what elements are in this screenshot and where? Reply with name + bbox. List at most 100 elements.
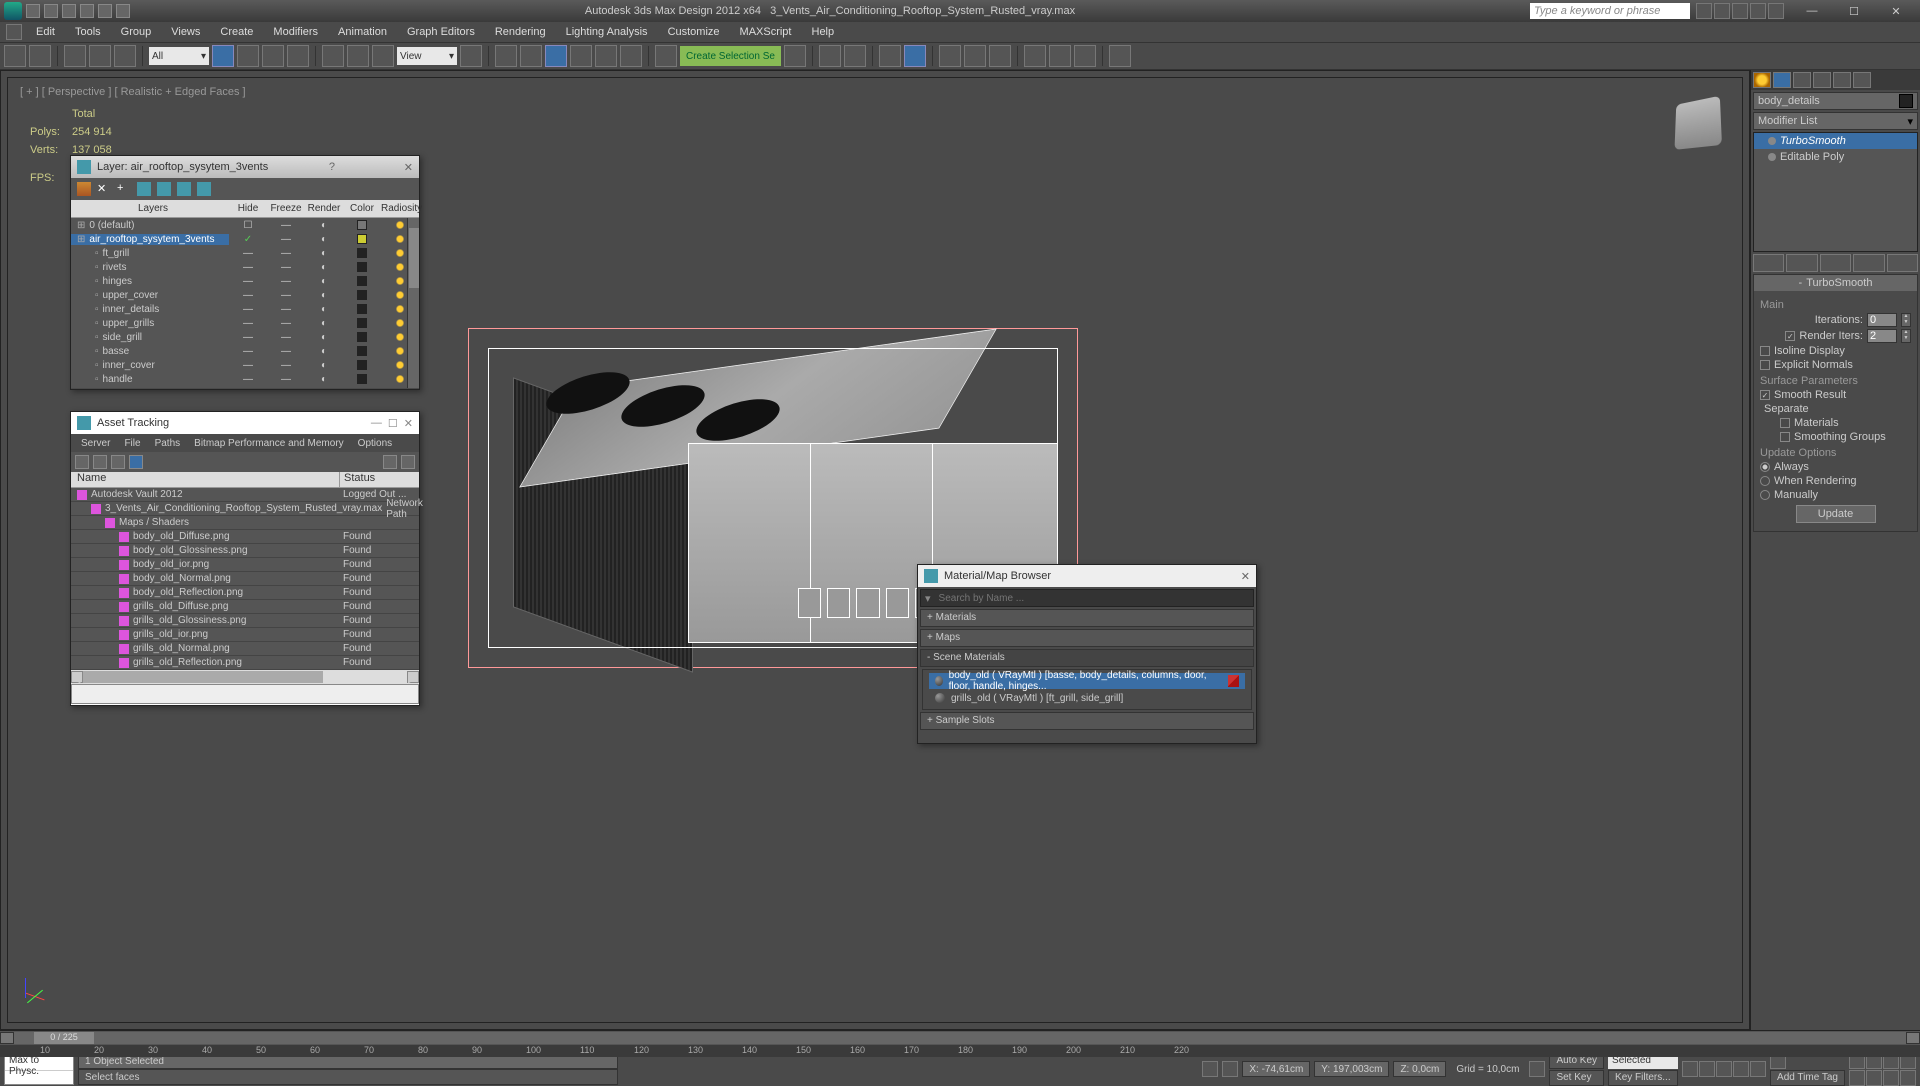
transform-type-in-icon[interactable] [1222, 1061, 1238, 1077]
mat-item-grills-old[interactable]: grills_old ( VRayMtl ) [ft_grill, side_g… [929, 690, 1245, 706]
asset-status-col[interactable]: Status [339, 472, 419, 487]
mat-cat-materials[interactable]: + Materials [920, 609, 1254, 627]
menu-create[interactable]: Create [212, 24, 261, 40]
asset-table-icon[interactable] [129, 455, 143, 469]
mirror-icon[interactable] [819, 45, 841, 67]
lock-selection-icon[interactable] [1202, 1061, 1218, 1077]
layers-col[interactable]: Layers [71, 203, 229, 214]
layer-row[interactable]: ▫columns——◐ [71, 386, 419, 388]
layer-freeze-icon[interactable] [197, 182, 211, 196]
asset-menu-bitmap[interactable]: Bitmap Performance and Memory [188, 436, 350, 451]
render-iters-spin-arrows[interactable]: ▲▼ [1901, 329, 1911, 343]
modifier-turbosmooth[interactable]: TurboSmooth [1754, 133, 1917, 149]
asset-menu-options[interactable]: Options [352, 436, 398, 451]
percent-snap-icon[interactable] [595, 45, 617, 67]
layer-help-icon[interactable]: ? [329, 161, 335, 173]
coord-y[interactable]: Y: 197,003cm [1314, 1061, 1389, 1077]
manipulate-icon[interactable] [495, 45, 517, 67]
sep-smoothing-check[interactable] [1780, 432, 1790, 442]
material-search-input[interactable] [935, 593, 1253, 604]
menu-lighting-analysis[interactable]: Lighting Analysis [558, 24, 656, 40]
render-setup-icon[interactable] [1024, 45, 1046, 67]
update-manually-radio[interactable] [1760, 490, 1770, 500]
ref-coord-combo[interactable]: View▾ [397, 47, 457, 65]
maximize-button[interactable]: ☐ [1834, 2, 1874, 20]
menu-graph-editors[interactable]: Graph Editors [399, 24, 483, 40]
qat-open-icon[interactable] [44, 4, 58, 18]
freeze-col[interactable]: Freeze [267, 203, 305, 214]
rotate-icon[interactable] [347, 45, 369, 67]
menu-modifiers[interactable]: Modifiers [265, 24, 326, 40]
layer-new-icon[interactable] [77, 182, 91, 196]
asset-min-icon[interactable]: — [371, 417, 382, 429]
add-time-tag[interactable]: Add Time Tag [1770, 1070, 1845, 1086]
selection-filter-combo[interactable]: All▾ [149, 47, 209, 65]
asset-row[interactable]: grills_old_Normal.pngFound [71, 642, 419, 656]
menu-rendering[interactable]: Rendering [487, 24, 554, 40]
mat-cat-maps[interactable]: + Maps [920, 629, 1254, 647]
mat-cat-sample-slots[interactable]: + Sample Slots [920, 712, 1254, 730]
asset-row[interactable]: body_old_Glossiness.pngFound [71, 544, 419, 558]
goto-end-icon[interactable] [1750, 1061, 1766, 1077]
isoline-check[interactable] [1760, 346, 1770, 356]
snap-toggle-icon[interactable] [545, 45, 567, 67]
modifier-editable-poly[interactable]: Editable Poly [1754, 149, 1917, 165]
app-logo[interactable] [4, 2, 22, 20]
goto-start-icon[interactable] [1682, 1061, 1698, 1077]
motion-tab-icon[interactable] [1813, 72, 1831, 88]
asset-row[interactable]: grills_old_Glossiness.pngFound [71, 614, 419, 628]
app-menu-button[interactable] [6, 24, 22, 40]
render-col[interactable]: Render [305, 203, 343, 214]
asset-menu-server[interactable]: Server [75, 436, 116, 451]
keyboard-shortcut-icon[interactable] [520, 45, 542, 67]
qat-undo-icon[interactable] [80, 4, 94, 18]
setkey-button[interactable]: Set Key [1549, 1070, 1604, 1086]
layer-manager-icon[interactable] [879, 45, 901, 67]
menu-views[interactable]: Views [163, 24, 208, 40]
asset-row[interactable]: 3_Vents_Air_Conditioning_Rooftop_System_… [71, 502, 419, 516]
asset-row[interactable]: body_old_Normal.pngFound [71, 572, 419, 586]
window-crossing-icon[interactable] [287, 45, 309, 67]
link-icon[interactable] [64, 45, 86, 67]
layer-row[interactable]: ⊞air_rooftop_sysytem_3vents✓—◐ [71, 232, 419, 246]
key-filters-button[interactable]: Key Filters... [1608, 1070, 1678, 1086]
scale-icon[interactable] [372, 45, 394, 67]
asset-row[interactable]: grills_old_Diffuse.pngFound [71, 600, 419, 614]
max-toggle-icon[interactable] [1900, 1070, 1916, 1086]
asset-menu-paths[interactable]: Paths [149, 436, 187, 451]
asset-close-icon[interactable]: ✕ [404, 417, 413, 430]
layer-list[interactable]: ⊞0 (default)☐—◐⊞air_rooftop_sysytem_3ven… [71, 218, 419, 388]
layer-delete-icon[interactable]: ✕ [97, 182, 111, 196]
asset-row[interactable]: body_old_Reflection.pngFound [71, 586, 419, 600]
menu-customize[interactable]: Customize [660, 24, 728, 40]
material-editor-icon[interactable] [989, 45, 1011, 67]
layer-row[interactable]: ▫rivets——◐ [71, 260, 419, 274]
layer-row[interactable]: ▫inner_details——◐ [71, 302, 419, 316]
layer-row[interactable]: ▫upper_cover——◐ [71, 288, 419, 302]
play-icon[interactable] [1716, 1061, 1732, 1077]
curve-editor-icon[interactable] [939, 45, 961, 67]
hierarchy-tab-icon[interactable] [1793, 72, 1811, 88]
menu-help[interactable]: Help [804, 24, 843, 40]
time-slider[interactable]: 0 / 225 [0, 1031, 1920, 1045]
coord-z[interactable]: Z: 0,0cm [1393, 1061, 1446, 1077]
layer-row[interactable]: ▫ft_grill——◐ [71, 246, 419, 260]
asset-menu-file[interactable]: File [118, 436, 146, 451]
select-by-name-icon[interactable] [237, 45, 259, 67]
align-icon[interactable] [844, 45, 866, 67]
asset-row[interactable]: grills_old_ior.pngFound [71, 628, 419, 642]
update-always-radio[interactable] [1760, 462, 1770, 472]
modify-tab-icon[interactable] [1773, 72, 1791, 88]
asset-tree-icon[interactable] [93, 455, 107, 469]
color-col[interactable]: Color [343, 203, 381, 214]
asset-hscrollbar[interactable]: ◀▶ [71, 670, 419, 684]
render-iters-spinner[interactable]: 2 [1867, 329, 1897, 343]
sep-materials-check[interactable] [1780, 418, 1790, 428]
time-ruler[interactable]: 1020304050607080901001101201301401501601… [0, 1045, 1920, 1057]
lighting-analysis-icon[interactable] [1109, 45, 1131, 67]
layer-highlight-icon[interactable] [157, 182, 171, 196]
material-search[interactable]: ▾ [920, 589, 1254, 607]
menu-maxscript[interactable]: MAXScript [732, 24, 800, 40]
pin-stack-icon[interactable] [1753, 254, 1784, 272]
coord-x[interactable]: X: -74,61cm [1242, 1061, 1310, 1077]
